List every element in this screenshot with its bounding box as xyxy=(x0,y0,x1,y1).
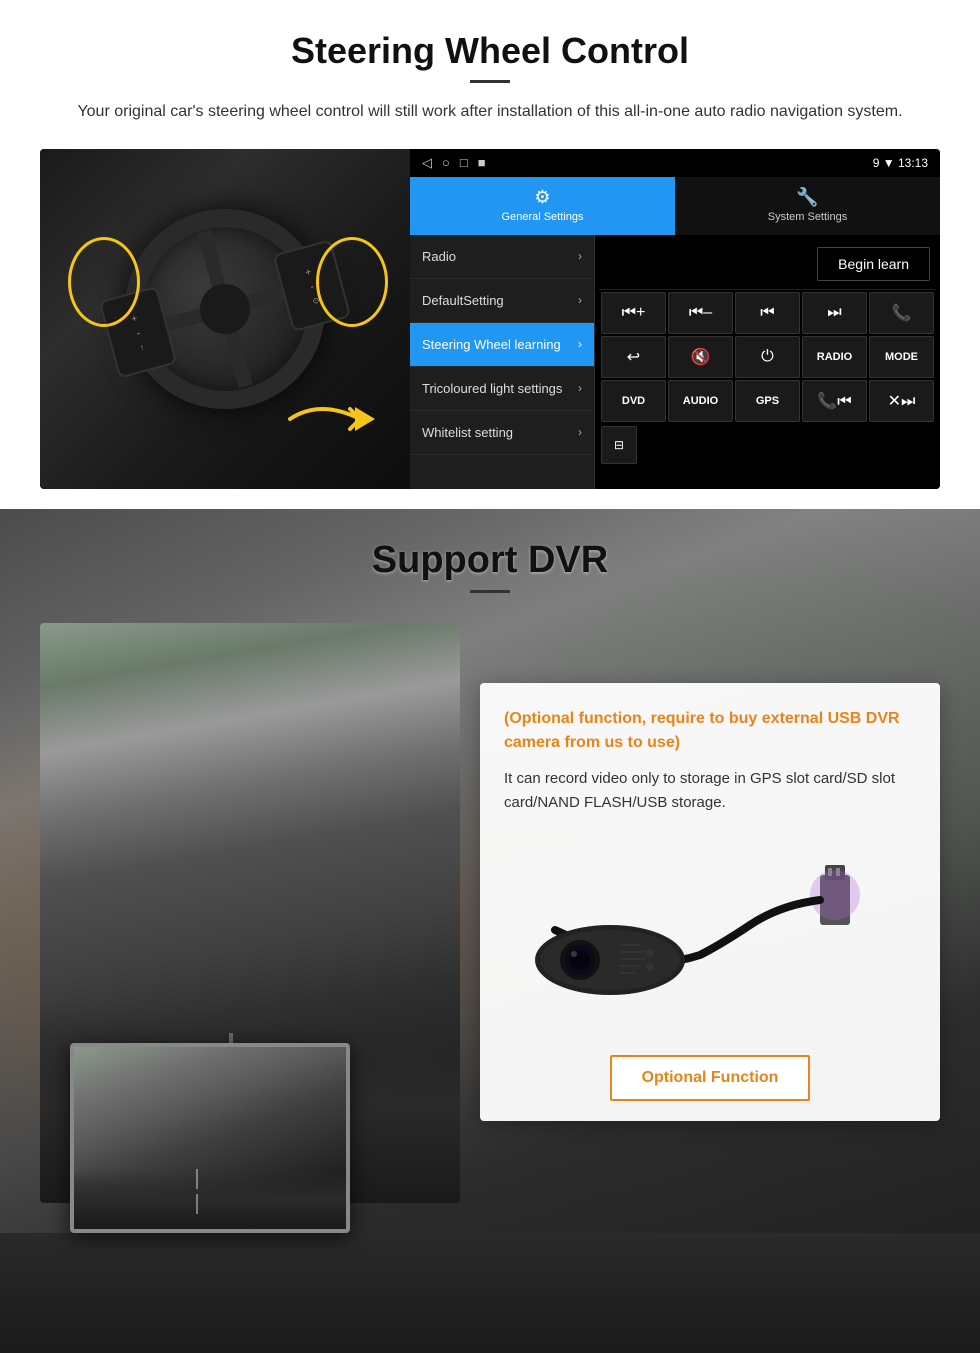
ctrl-vol-up[interactable]: ⏮+ xyxy=(601,292,666,334)
control-extra-row: ⊟ xyxy=(599,424,936,466)
default-setting-label: DefaultSetting xyxy=(422,293,504,308)
prev-icon: ⏮ xyxy=(760,304,774,322)
radio-label: Radio xyxy=(422,249,456,264)
radio-btn-label: RADIO xyxy=(817,351,852,363)
ctrl-dvd[interactable]: DVD xyxy=(601,380,666,422)
dvr-main-layout: (Optional function, require to buy exter… xyxy=(40,623,940,1203)
ctrl-mute[interactable]: 🔇 xyxy=(668,336,733,378)
android-panel: ◁ ○ □ ■ 9 ▼ 13:13 ⚙ General Settings 🔧 xyxy=(410,149,940,489)
vol-up-icon: ⏮+ xyxy=(622,304,646,322)
begin-learn-button[interactable]: Begin learn xyxy=(817,247,930,281)
system-icon: 🔧 xyxy=(796,187,818,208)
ctrl-audio[interactable]: AUDIO xyxy=(668,380,733,422)
dvr-camera-svg xyxy=(520,845,900,1025)
dvr-section: Support DVR xyxy=(0,509,980,1353)
control-grid: ⏮+ ⏮– ⏮ ⏭ 📞 ↩ 🔇 ⏻ RADIO MODE DVD AUDIO G… xyxy=(599,290,936,424)
extra-btn-icon: ⊟ xyxy=(614,438,624,452)
statusbar-time: 9 ▼ 13:13 xyxy=(873,156,928,170)
chevron-icon: › xyxy=(578,425,582,439)
page-title: Steering Wheel Control xyxy=(40,30,940,72)
phone-icon: 📞 xyxy=(892,303,912,323)
ctrl-prev[interactable]: ⏮ xyxy=(735,292,800,334)
steering-subtitle: Your original car's steering wheel contr… xyxy=(40,99,940,125)
mute-icon: 🔇 xyxy=(691,347,711,367)
tab-general-label: General Settings xyxy=(502,211,584,223)
highlight-circle-right xyxy=(316,237,388,327)
menu-item-tricoloured[interactable]: Tricoloured light settings › xyxy=(410,367,594,411)
dvr-optional-heading: (Optional function, require to buy exter… xyxy=(504,707,916,755)
next-icon: ⏭ xyxy=(827,304,841,322)
menu-item-steering-wheel[interactable]: Steering Wheel learning › xyxy=(410,323,594,367)
ctrl-mode[interactable]: MODE xyxy=(869,336,934,378)
signal-icon: 9 ▼ xyxy=(873,156,895,170)
menu-item-whitelist[interactable]: Whitelist setting › xyxy=(410,411,594,455)
ctrl-power[interactable]: ⏻ xyxy=(735,336,800,378)
ctrl-next[interactable]: ⏭ xyxy=(802,292,867,334)
ctrl-phone[interactable]: 📞 xyxy=(869,292,934,334)
ctrl-back[interactable]: ↩ xyxy=(601,336,666,378)
chevron-icon: › xyxy=(578,381,582,395)
ctrl-mute-next[interactable]: ✕⏭ xyxy=(869,380,934,422)
vol-down-icon: ⏮– xyxy=(689,304,712,322)
title-divider xyxy=(470,80,510,83)
whitelist-label: Whitelist setting xyxy=(422,425,513,440)
ctrl-extra-btn[interactable]: ⊟ xyxy=(601,426,637,464)
statusbar: ◁ ○ □ ■ 9 ▼ 13:13 xyxy=(410,149,940,177)
ctrl-gps[interactable]: GPS xyxy=(735,380,800,422)
chevron-icon: › xyxy=(578,337,582,351)
settings-gear-icon: ⚙ xyxy=(534,187,550,208)
home-icon: ○ xyxy=(442,155,450,170)
dvr-title-divider xyxy=(470,590,510,593)
menu-item-default-setting[interactable]: DefaultSetting › xyxy=(410,279,594,323)
android-tabs: ⚙ General Settings 🔧 System Settings xyxy=(410,177,940,235)
mute-next-icon: ✕⏭ xyxy=(888,391,916,411)
dvr-left-area xyxy=(40,623,460,1203)
control-panel: Begin learn ⏮+ ⏮– ⏮ ⏭ 📞 ↩ 🔇 ⏻ RADIO MODE xyxy=(595,235,940,489)
steering-section: Steering Wheel Control Your original car… xyxy=(0,0,980,509)
back-call-icon: ↩ xyxy=(627,347,640,367)
dvr-info-card: (Optional function, require to buy exter… xyxy=(480,683,940,1121)
dvr-camera-image xyxy=(504,835,916,1035)
tab-system-label: System Settings xyxy=(768,211,847,223)
steering-hub xyxy=(194,278,255,339)
mode-btn-label: MODE xyxy=(885,351,918,363)
settings-menu: Radio › DefaultSetting › Steering Wheel … xyxy=(410,235,595,489)
tab-general-settings[interactable]: ⚙ General Settings xyxy=(410,177,675,235)
optional-function-button[interactable]: Optional Function xyxy=(610,1055,810,1101)
recents-icon: □ xyxy=(460,155,468,170)
chevron-icon: › xyxy=(578,293,582,307)
menu-icon: ■ xyxy=(478,155,486,170)
power-icon: ⏻ xyxy=(761,348,774,366)
dvr-screen-thumbnail xyxy=(70,1043,350,1233)
menu-item-radio[interactable]: Radio › xyxy=(410,235,594,279)
dvr-screen-content xyxy=(74,1047,346,1229)
ctrl-vol-down[interactable]: ⏮– xyxy=(668,292,733,334)
android-demo: + - ↑ + - ⊙ xyxy=(40,149,940,489)
ctrl-phone-prev[interactable]: 📞⏮ xyxy=(802,380,867,422)
dvr-right-area: (Optional function, require to buy exter… xyxy=(480,623,940,1203)
arrow-indicator xyxy=(280,389,400,449)
chevron-icon: › xyxy=(578,249,582,263)
begin-learn-row: Begin learn xyxy=(599,239,936,290)
time-display: 13:13 xyxy=(898,156,928,170)
phone-prev-icon: 📞⏮ xyxy=(817,391,851,411)
ctrl-radio[interactable]: RADIO xyxy=(802,336,867,378)
audio-btn-label: AUDIO xyxy=(683,395,718,407)
back-icon: ◁ xyxy=(422,155,432,171)
statusbar-left: ◁ ○ □ ■ xyxy=(422,155,486,171)
dvr-description: It can record video only to storage in G… xyxy=(504,767,916,815)
dvr-title: Support DVR xyxy=(40,539,940,582)
tab-system-settings[interactable]: 🔧 System Settings xyxy=(675,177,940,235)
highlight-circle-left xyxy=(68,237,140,327)
dvd-btn-label: DVD xyxy=(622,395,645,407)
steering-wheel-photo: + - ↑ + - ⊙ xyxy=(40,149,410,489)
steering-wheel-label: Steering Wheel learning xyxy=(422,337,561,352)
android-content: Radio › DefaultSetting › Steering Wheel … xyxy=(410,235,940,489)
dvr-content: Support DVR xyxy=(0,509,980,1233)
gps-btn-label: GPS xyxy=(756,395,779,407)
tricoloured-label: Tricoloured light settings xyxy=(422,381,562,396)
